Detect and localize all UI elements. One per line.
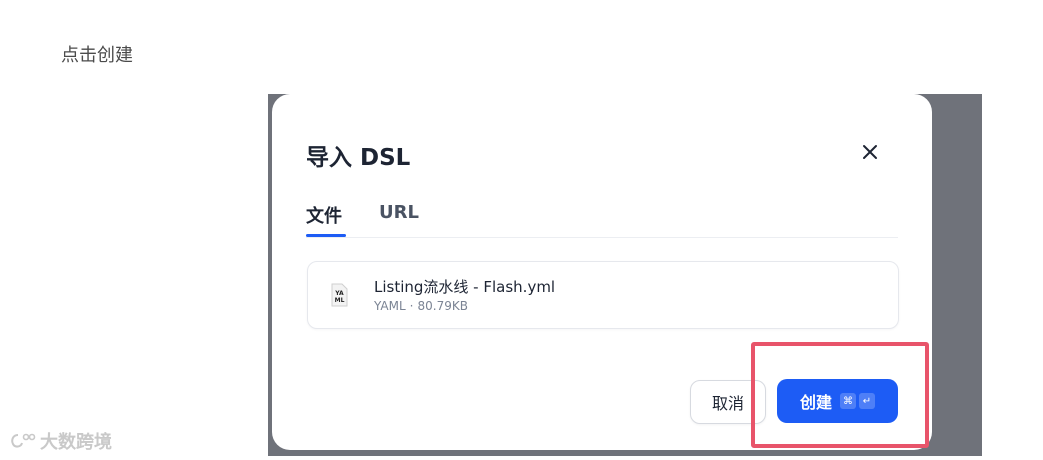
instruction-caption: 点击创建 bbox=[61, 45, 133, 66]
close-icon-glyph bbox=[863, 145, 877, 159]
watermark: 大数跨境 bbox=[10, 428, 112, 454]
dialog-title: 导入 DSL bbox=[306, 145, 411, 171]
tab-url[interactable]: URL bbox=[379, 202, 419, 231]
svg-text:YA: YA bbox=[334, 290, 344, 297]
watermark-logo-icon bbox=[11, 433, 36, 448]
meta-separator: · bbox=[409, 299, 414, 313]
file-meta: YAML · 80.79KB bbox=[374, 299, 468, 313]
watermark-text: 大数跨境 bbox=[40, 432, 112, 453]
file-size: 80.79KB bbox=[417, 299, 468, 313]
create-button-highlight bbox=[751, 342, 929, 448]
close-icon[interactable] bbox=[856, 138, 884, 166]
tabs-divider bbox=[306, 237, 898, 238]
file-type: YAML bbox=[374, 299, 406, 313]
tab-file[interactable]: 文件 bbox=[306, 202, 342, 236]
file-name: Listing流水线 - Flash.yml bbox=[374, 278, 556, 296]
yaml-file-icon: YA ML bbox=[330, 283, 348, 307]
page: 点击创建 导入 DSL 文件 URL YA ML Listing流水线 - Fl… bbox=[0, 0, 1043, 460]
selected-file-card[interactable]: YA ML Listing流水线 - Flash.yml YAML · 80.79K… bbox=[307, 261, 899, 329]
svg-text:ML: ML bbox=[335, 297, 345, 304]
